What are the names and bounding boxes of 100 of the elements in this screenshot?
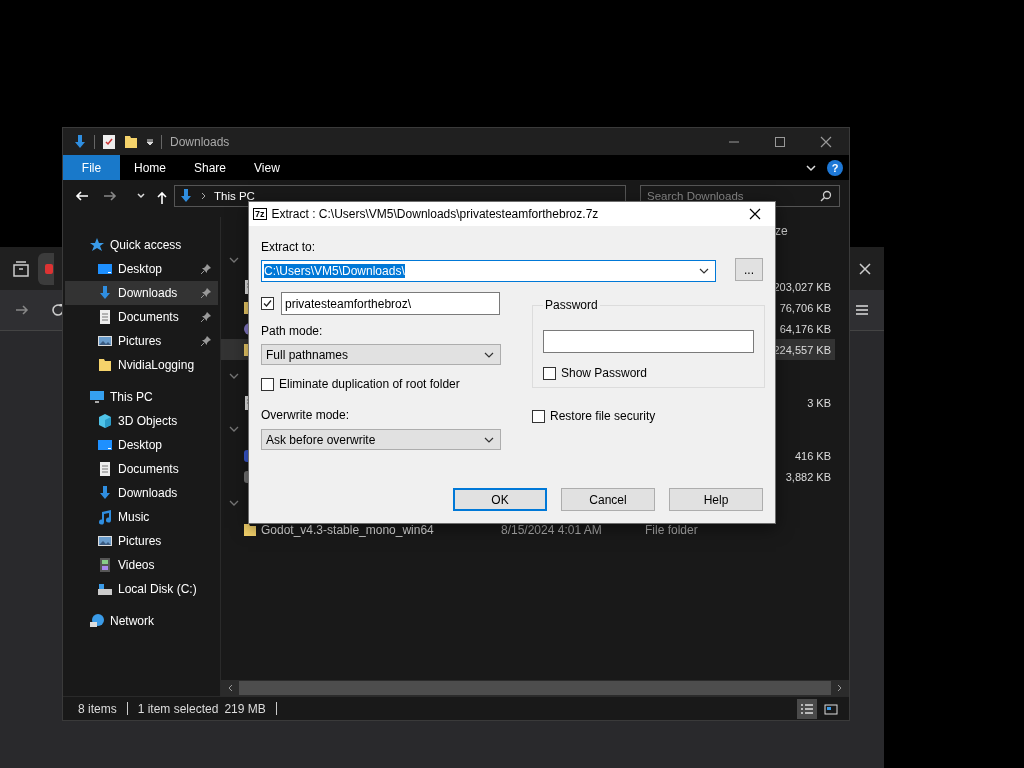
favicon-icon: [44, 262, 53, 275]
sidebar-item[interactable]: Pictures: [65, 529, 218, 553]
dialog-button[interactable]: Help: [669, 488, 763, 511]
browser-tab[interactable]: [38, 252, 54, 285]
view-button[interactable]: [797, 698, 817, 719]
maximize-icon[interactable]: [774, 135, 786, 148]
folder-icon: [97, 357, 113, 373]
desktop-icon: [97, 261, 113, 277]
folder-icon[interactable]: [123, 133, 139, 150]
status-text: 8 items: [78, 701, 117, 716]
search-field[interactable]: Search Downloads: [640, 185, 840, 207]
column-header[interactable]: ze: [775, 223, 788, 238]
field-label: Path mode:: [261, 324, 324, 338]
picture-icon: [97, 533, 113, 549]
download-icon: [97, 485, 113, 501]
details-view-icon: [799, 701, 815, 716]
back-icon[interactable]: [75, 189, 89, 203]
checkbox-label: Eliminate duplication of root folder: [279, 377, 460, 391]
sidebar-item[interactable]: Documents: [65, 457, 218, 481]
browse-button[interactable]: ...: [735, 258, 763, 281]
file-size: 416 KB: [793, 449, 831, 462]
field-label: Overwrite mode:: [261, 408, 351, 422]
sidebar-item[interactable]: Pictures: [65, 329, 218, 353]
sidebar-item[interactable]: Desktop: [65, 257, 218, 281]
globe-icon: [89, 613, 105, 629]
sidebar-item[interactable]: Downloads: [65, 481, 218, 505]
field-label: Extract to:: [261, 240, 317, 254]
caret-icon[interactable]: [136, 191, 146, 201]
file-name: Godot_v4.3-stable_mono_win64: [261, 522, 435, 537]
file-date: 8/15/2024 4:01 AM: [501, 522, 603, 537]
file-type: File folder: [645, 522, 699, 537]
document-icon: [97, 309, 113, 325]
status-text: 219 MB: [224, 701, 266, 716]
dropdown[interactable]: Ask before overwrite: [261, 429, 501, 450]
scrollbar-thumb[interactable]: [239, 681, 831, 695]
file-size: 3,882 KB: [784, 470, 831, 483]
ribbon-tab[interactable]: Share: [180, 155, 241, 180]
pin-icon: [200, 263, 212, 275]
sidebar-item[interactable]: 3D Objects: [65, 409, 218, 433]
checkbox-label: Show Password: [561, 366, 648, 380]
breadcrumb-item[interactable]: This PC: [214, 190, 255, 202]
pin-icon: [200, 311, 212, 323]
desktop-icon: [97, 437, 113, 453]
search-icon: [820, 190, 832, 202]
app-badge: 7z: [253, 208, 267, 220]
forward-icon[interactable]: [103, 189, 117, 203]
sidebar-item[interactable]: Quick access: [65, 233, 218, 257]
tiles-view-icon: [823, 701, 839, 716]
cube-icon: [97, 413, 113, 429]
file-menu-button[interactable]: File: [63, 155, 120, 180]
ribbon-tab[interactable]: Home: [120, 155, 180, 180]
tab-icon[interactable]: [12, 259, 30, 278]
ribbon-tab[interactable]: View: [240, 155, 294, 180]
checkbox[interactable]: [261, 377, 274, 391]
path-combobox[interactable]: C:\Users\VM5\Downloads\: [261, 260, 717, 282]
sidebar-item[interactable]: Downloads: [65, 281, 218, 305]
sidebar-item[interactable]: NvidiaLogging: [65, 353, 218, 377]
picture-icon: [97, 333, 113, 349]
password-field[interactable]: [543, 330, 754, 353]
chevron-icon: [200, 192, 208, 200]
menu-icon[interactable]: [854, 302, 870, 318]
sidebar-item[interactable]: This PC: [65, 385, 218, 409]
film-icon: [97, 557, 113, 573]
close-icon[interactable]: [820, 135, 832, 148]
dialog-button[interactable]: Cancel: [561, 488, 655, 511]
checkbox[interactable]: [261, 297, 274, 310]
group-label: Password: [543, 298, 600, 312]
status-text: 1 item selected: [137, 701, 219, 716]
computer-icon: [89, 389, 105, 405]
sidebar-item[interactable]: Network: [65, 609, 218, 633]
sidebar-item[interactable]: Desktop: [65, 433, 218, 457]
sidebar-item[interactable]: Documents: [65, 305, 218, 329]
file-size: 64,176 KB: [778, 322, 831, 335]
sidebar-item[interactable]: Local Disk (C:): [65, 577, 218, 601]
caret-icon[interactable]: [145, 136, 155, 147]
checklist-icon[interactable]: [101, 133, 117, 150]
pin-icon: [200, 287, 212, 299]
drive-icon: [97, 581, 113, 597]
checkbox-label: Restore file security: [550, 409, 656, 423]
file-size: 3 KB: [806, 396, 831, 409]
download-icon: [178, 188, 194, 204]
dropdown[interactable]: Full pathnames: [261, 344, 501, 365]
help-button[interactable]: ?: [827, 159, 843, 176]
download-icon[interactable]: [72, 133, 88, 150]
download-icon: [97, 285, 113, 301]
pin-icon: [200, 335, 212, 347]
sidebar-item[interactable]: Music: [65, 505, 218, 529]
window-title: Downloads: [170, 134, 230, 149]
window-title: Extract : C:\Users\VM5\Downloads\privatesteamforthebroz.7z: [271, 207, 599, 221]
up-arrow-icon[interactable]: [156, 191, 168, 205]
file-size: 76,706 KB: [778, 301, 831, 314]
sidebar-item[interactable]: Videos: [65, 553, 218, 577]
chevron-icon: [699, 266, 710, 276]
checkbox[interactable]: [532, 409, 545, 423]
dialog-button[interactable]: OK: [453, 488, 547, 511]
star-icon: [89, 237, 105, 253]
document-icon: [97, 461, 113, 477]
text-field[interactable]: privatesteamforthebroz\: [281, 292, 500, 315]
checkbox[interactable]: [543, 366, 556, 380]
close-icon[interactable]: [749, 208, 761, 220]
